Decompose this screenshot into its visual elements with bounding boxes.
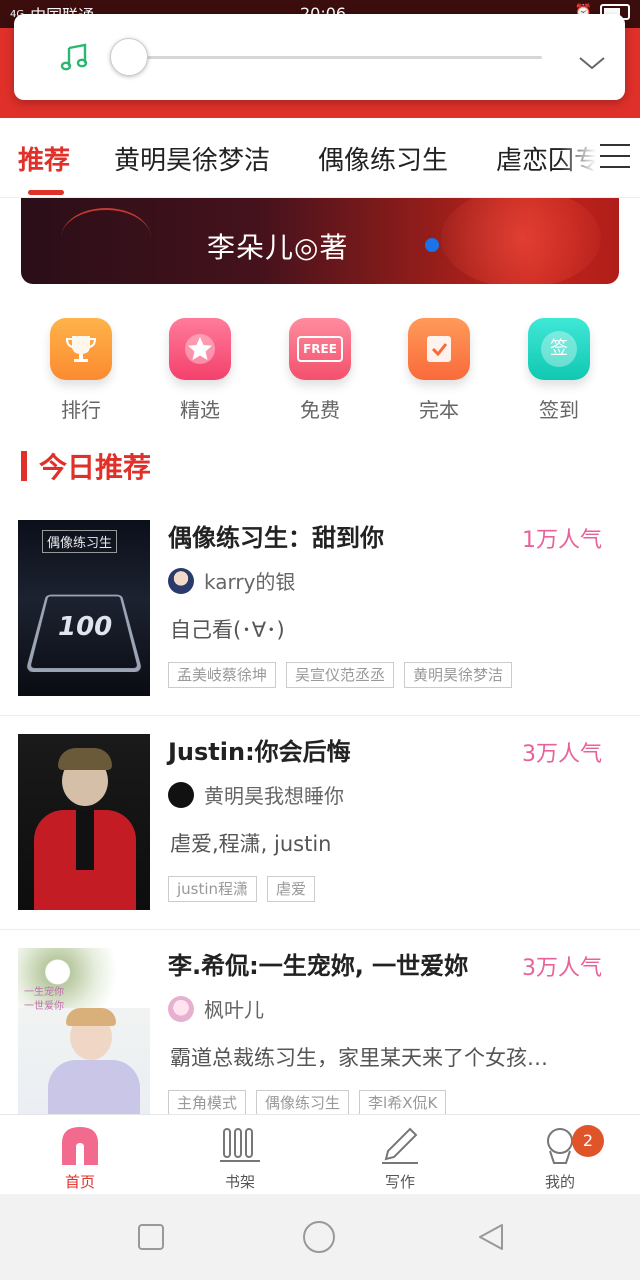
- section-accent-bar: [21, 451, 27, 481]
- quick-signin-label: 签到: [539, 398, 579, 422]
- book-cover[interactable]: 偶像练习生 100: [18, 520, 150, 696]
- bottom-navigation: 首页 书架 写作 我的 2: [0, 1114, 640, 1194]
- tag[interactable]: 黄明昊徐梦洁: [404, 662, 513, 688]
- promo-banner[interactable]: 李朵儿◎著: [21, 198, 619, 284]
- quick-free[interactable]: FREE 免费: [260, 318, 380, 423]
- banner-glow: [441, 198, 601, 284]
- system-navigation-bar: [0, 1194, 640, 1280]
- author-row[interactable]: 枫叶儿: [168, 994, 264, 1023]
- tag[interactable]: justin程潇: [168, 876, 258, 902]
- tab-recommend[interactable]: 推荐: [18, 140, 70, 177]
- book-item[interactable]: 偶像练习生 100 偶像练习生：甜到你 1万人气 karry的银 自己看(･∀･…: [0, 502, 640, 716]
- avatar: [168, 781, 194, 808]
- section-title: 今日推荐: [39, 451, 152, 484]
- tag[interactable]: 李l希X侃K: [359, 1090, 447, 1114]
- author-name: 黄明昊我想睡你: [204, 784, 344, 808]
- book-description: 自己看(･∀･): [170, 618, 285, 642]
- banner-author: 李朵儿◎著: [207, 231, 349, 264]
- quick-ranking[interactable]: 排行: [21, 318, 141, 423]
- banner-page-indicator: [425, 238, 439, 252]
- volume-slider-track[interactable]: [128, 56, 542, 59]
- free-icon: FREE: [289, 318, 351, 380]
- quick-free-label: 免费: [300, 398, 340, 422]
- quick-links: 排行 精选 FREE 免费 完本 签 签到: [0, 318, 640, 428]
- author-name: 枫叶儿: [204, 998, 264, 1022]
- cover-number: 100: [58, 612, 113, 642]
- active-tab-indicator: [28, 190, 64, 195]
- cover-title: 偶像练习生: [42, 530, 118, 553]
- free-badge: FREE: [297, 336, 343, 362]
- book-cover[interactable]: 一生宠你 一世爱你: [18, 948, 150, 1114]
- avatar: [168, 995, 194, 1022]
- sign-in-badge: 签: [541, 331, 577, 367]
- star-icon: [169, 318, 231, 380]
- quick-completed-label: 完本: [419, 398, 459, 422]
- nav-profile-label: 我的: [544, 1173, 575, 1191]
- author-row[interactable]: 黄明昊我想睡你: [168, 780, 344, 809]
- quick-ranking-label: 排行: [61, 398, 101, 422]
- book-title[interactable]: 李.希侃:一生宠妳, 一世爱妳: [168, 946, 468, 981]
- tag[interactable]: 吴宣仪范丞丞: [286, 662, 395, 688]
- tag[interactable]: 虐爱: [267, 876, 316, 902]
- music-note-icon[interactable]: [60, 42, 90, 72]
- tag[interactable]: 偶像练习生: [256, 1090, 350, 1114]
- nav-bookshelf[interactable]: 书架: [190, 1125, 290, 1192]
- book-title[interactable]: Justin:你会后悔: [168, 732, 351, 767]
- bookshelf-icon: [220, 1125, 260, 1165]
- home-button-icon[interactable]: [302, 1220, 336, 1254]
- tag[interactable]: 孟美岐蔡徐坤: [168, 662, 277, 688]
- book-cover[interactable]: [18, 734, 150, 910]
- quick-signin[interactable]: 签 签到: [499, 318, 619, 423]
- banner-decoration: [61, 208, 151, 268]
- tag-list: justin程潇 虐爱: [168, 876, 316, 902]
- book-item[interactable]: 一生宠你 一世爱你 李.希侃:一生宠妳, 一世爱妳 3万人气 枫叶儿 霸道总裁练…: [0, 930, 640, 1114]
- nav-bookshelf-label: 书架: [224, 1173, 255, 1191]
- back-button-icon[interactable]: [476, 1222, 506, 1252]
- volume-slider-thumb[interactable]: [110, 38, 148, 76]
- music-player-card: [14, 14, 625, 100]
- notification-badge: 2: [572, 1125, 604, 1157]
- nav-home[interactable]: 首页: [30, 1125, 130, 1192]
- avatar: [168, 567, 194, 594]
- tag-list: 孟美岐蔡徐坤 吴宣仪范丞丞 黄明昊徐梦洁: [168, 662, 513, 688]
- trophy-icon: [50, 318, 112, 380]
- book-title[interactable]: 偶像练习生：甜到你: [168, 518, 384, 553]
- nav-home-label: 首页: [64, 1173, 95, 1191]
- quick-completed[interactable]: 完本: [379, 318, 499, 423]
- tab-idol-trainee[interactable]: 偶像练习生: [318, 140, 448, 177]
- tag-list: 主角模式 偶像练习生 李l希X侃K: [168, 1090, 447, 1114]
- book-item[interactable]: Justin:你会后悔 3万人气 黄明昊我想睡你 虐爱,程潇, justin j…: [0, 716, 640, 930]
- home-icon: [60, 1125, 100, 1165]
- chevron-down-icon[interactable]: [578, 56, 606, 70]
- tab-huang-xu[interactable]: 黄明昊徐梦洁: [114, 140, 270, 177]
- category-tabs: 推荐 黄明昊徐梦洁 偶像练习生 虐恋囚专: [0, 118, 640, 198]
- book-description: 虐爱,程潇, justin: [170, 832, 332, 856]
- nav-write-label: 写作: [384, 1173, 415, 1191]
- tag[interactable]: 主角模式: [168, 1090, 247, 1114]
- cover-title: 一生宠你 一世爱你: [24, 987, 64, 1012]
- author-row[interactable]: karry的银: [168, 566, 295, 595]
- sign-in-icon: 签: [528, 318, 590, 380]
- quick-featured[interactable]: 精选: [140, 318, 260, 423]
- quick-featured-label: 精选: [180, 398, 220, 422]
- menu-icon[interactable]: [600, 144, 630, 170]
- recent-apps-icon[interactable]: [136, 1222, 166, 1252]
- popularity-label: 3万人气: [522, 742, 602, 767]
- author-name: karry的银: [204, 570, 296, 594]
- section-header: 今日推荐: [21, 448, 151, 484]
- popularity-label: 3万人气: [522, 956, 602, 981]
- nav-write[interactable]: 写作: [350, 1125, 450, 1192]
- popularity-label: 1万人气: [522, 528, 602, 553]
- book-description: 霸道总裁练习生，家里某天来了个女孩…: [170, 1046, 548, 1070]
- pen-icon: [380, 1125, 420, 1165]
- check-note-icon: [408, 318, 470, 380]
